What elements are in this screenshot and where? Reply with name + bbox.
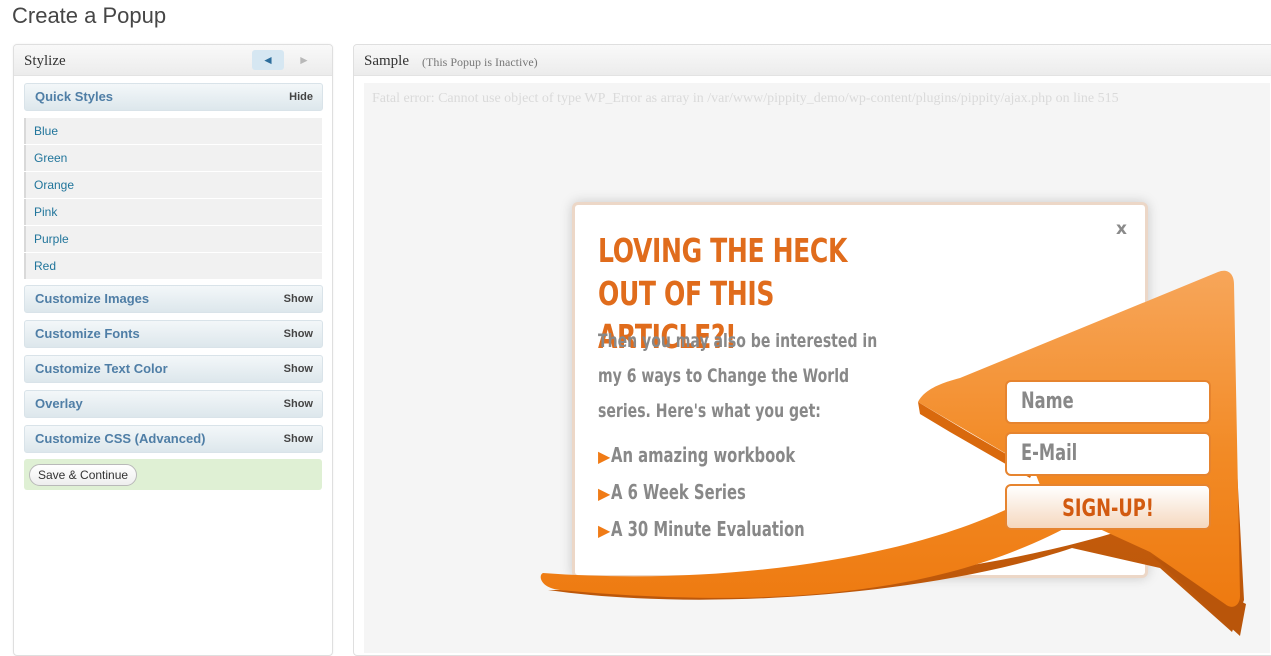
section-label: Customize Fonts — [35, 326, 140, 341]
bullet-arrow-icon: ▶ — [598, 447, 611, 466]
hide-toggle[interactable]: Hide — [289, 91, 313, 103]
show-toggle[interactable]: Show — [284, 433, 313, 445]
style-green[interactable]: Green — [24, 145, 322, 171]
save-continue-button[interactable]: Save & Continue — [29, 464, 138, 486]
section-label: Overlay — [35, 396, 83, 411]
bullet-arrow-icon: ▶ — [598, 521, 611, 540]
name-placeholder: Name — [1021, 389, 1074, 414]
section-label: Customize Images — [35, 291, 150, 306]
email-placeholder: E-Mail — [1021, 441, 1078, 466]
fatal-error-text: Fatal error: Cannot use object of type W… — [372, 91, 1119, 106]
sample-title: Sample — [364, 53, 409, 69]
show-toggle[interactable]: Show — [284, 398, 313, 410]
customize-images-section[interactable]: Customize Images Show — [24, 285, 323, 313]
stylize-title: Stylize — [24, 53, 66, 69]
bullet-text: An amazing workbook — [611, 443, 796, 467]
sample-header: Sample (This Popup is Inactive) — [354, 45, 1271, 76]
list-item: ▶A 30 Minute Evaluation — [598, 511, 873, 548]
popup-intro: Then you may also be interested in my 6 … — [598, 330, 878, 422]
signup-button[interactable]: SIGN-UP! — [1005, 484, 1211, 530]
show-toggle[interactable]: Show — [284, 363, 313, 375]
style-purple[interactable]: Purple — [24, 226, 322, 252]
prev-arrow-icon[interactable]: ◄ — [252, 50, 284, 70]
stylize-panel: Stylize ◄ ► Quick Styles Hide Blue Green… — [13, 44, 333, 656]
quick-styles-section[interactable]: Quick Styles Hide — [24, 83, 323, 111]
save-area: Save & Continue — [24, 459, 322, 490]
bullet-arrow-icon: ▶ — [598, 484, 611, 503]
style-red[interactable]: Red — [24, 253, 322, 279]
style-orange[interactable]: Orange — [24, 172, 322, 198]
list-item: ▶An amazing workbook — [598, 437, 873, 474]
section-label: Quick Styles — [35, 89, 114, 104]
name-field[interactable]: Name — [1005, 380, 1211, 424]
close-icon[interactable]: x — [1116, 219, 1127, 239]
overlay-section[interactable]: Overlay Show — [24, 390, 323, 418]
section-label: Customize CSS (Advanced) — [35, 431, 206, 446]
sample-status: (This Popup is Inactive) — [422, 55, 538, 69]
customize-css-section[interactable]: Customize CSS (Advanced) Show — [24, 425, 323, 453]
stylize-header: Stylize ◄ ► — [14, 45, 332, 76]
signup-label: SIGN-UP! — [1062, 494, 1154, 522]
style-pink[interactable]: Pink — [24, 199, 322, 225]
section-label: Customize Text Color — [35, 361, 168, 376]
style-blue[interactable]: Blue — [24, 118, 322, 144]
email-field[interactable]: E-Mail — [1005, 432, 1211, 476]
page-title: Create a Popup — [12, 3, 167, 28]
bullet-text: A 30 Minute Evaluation — [611, 517, 806, 541]
benefit-list: ▶An amazing workbook ▶A 6 Week Series ▶A… — [598, 437, 873, 548]
list-item: ▶A 6 Week Series — [598, 474, 873, 511]
show-toggle[interactable]: Show — [284, 328, 313, 340]
customize-text-color-section[interactable]: Customize Text Color Show — [24, 355, 323, 383]
show-toggle[interactable]: Show — [284, 293, 313, 305]
bullet-text: A 6 Week Series — [611, 480, 747, 504]
quick-styles-list: Blue Green Orange Pink Purple Red — [24, 118, 322, 280]
next-arrow-icon[interactable]: ► — [288, 50, 320, 70]
customize-fonts-section[interactable]: Customize Fonts Show — [24, 320, 323, 348]
